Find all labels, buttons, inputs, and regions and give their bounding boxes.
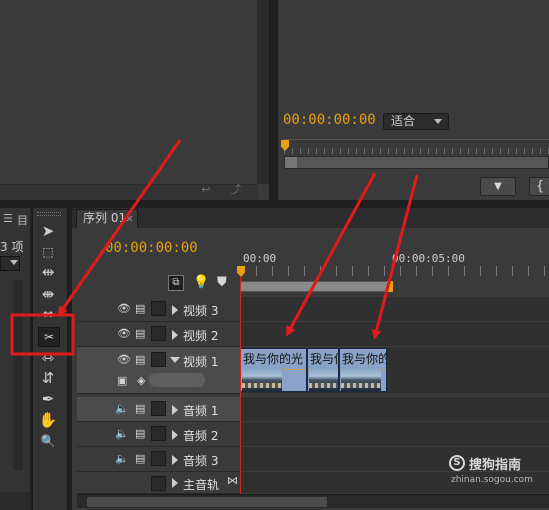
annotation-arrow <box>371 174 419 340</box>
highlight-box <box>10 313 75 356</box>
annotation-arrow <box>286 172 377 337</box>
annotation-overlay <box>10 139 419 356</box>
annotation-arrow <box>57 139 182 317</box>
